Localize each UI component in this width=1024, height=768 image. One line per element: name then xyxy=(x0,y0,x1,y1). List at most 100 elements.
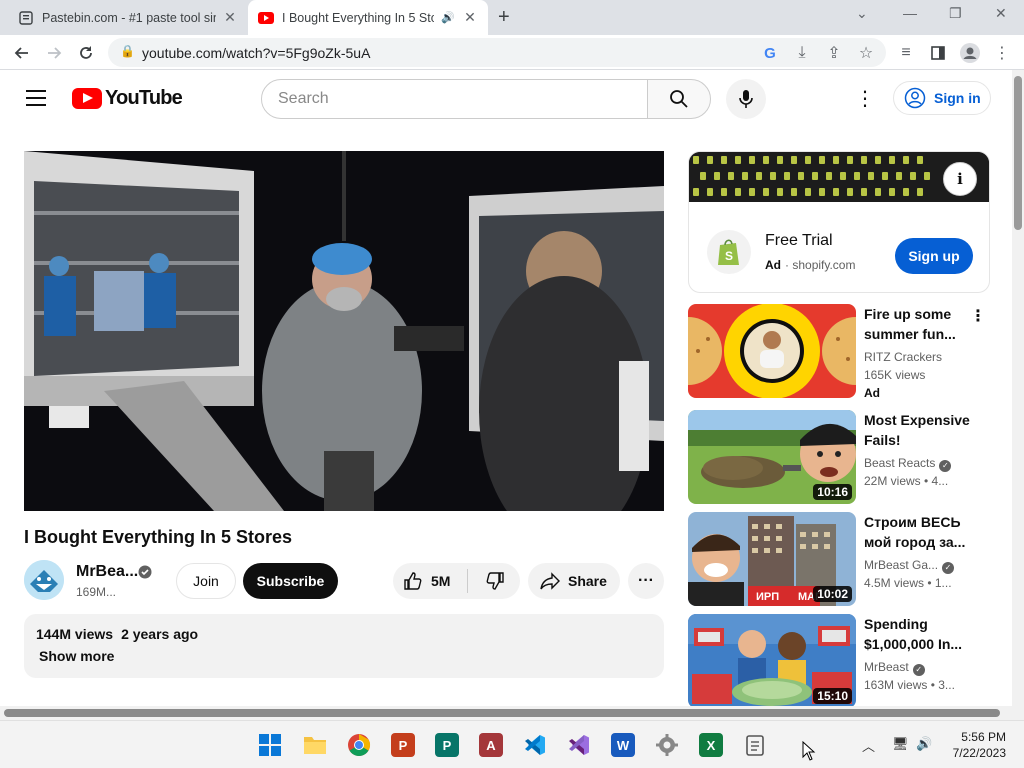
back-icon[interactable] xyxy=(10,41,34,65)
recommended-channel[interactable]: MrBeast Ga... ✓ xyxy=(864,558,955,574)
video-thumbnail[interactable]: ИРП МАГ 10:02 xyxy=(688,512,856,606)
recommended-channel[interactable]: Beast Reacts ✓ xyxy=(864,456,952,472)
clock-date: 7/22/2023 xyxy=(952,746,1006,760)
horizontal-scroll-thumb[interactable] xyxy=(4,709,1000,717)
tab-pastebin[interactable]: Pastebin.com - #1 paste tool since 2002!… xyxy=(8,0,248,35)
description-box[interactable]: 144M views 2 years ago Show more xyxy=(24,614,664,678)
vscode-icon[interactable] xyxy=(523,733,547,757)
recommended-title[interactable]: Spending $1,000,000 In... xyxy=(864,614,970,654)
recommended-title[interactable]: Строим ВЕСЬ мой город за... xyxy=(864,512,970,552)
show-more-link[interactable]: Show more xyxy=(39,648,652,664)
tab-youtube[interactable]: I Bought Everything In 5 Stores 🔊 ✕ xyxy=(248,0,488,35)
recommended-channel[interactable]: RITZ Crackers xyxy=(864,350,942,364)
ad-title[interactable]: Free Trial xyxy=(765,232,833,250)
powerpoint-icon[interactable]: P xyxy=(391,733,415,757)
lock-icon[interactable]: 🔒 xyxy=(120,44,135,58)
recommended-video[interactable]: ИРП МАГ 10:02 Строим ВЕСЬ мой город за..… xyxy=(688,512,990,606)
recommended-views: 163M views • 3... xyxy=(864,678,955,692)
thumbs-up-icon xyxy=(404,572,422,590)
sponsored-ad-card[interactable]: i S Free Trial Ad · shopify.com Sign up xyxy=(688,151,990,293)
settings-more-icon[interactable]: ⋮ xyxy=(855,88,875,110)
join-button[interactable]: Join xyxy=(176,563,236,599)
publisher-icon[interactable]: P xyxy=(435,733,459,757)
dislike-button[interactable] xyxy=(473,563,517,599)
channel-name[interactable]: MrBea... xyxy=(76,563,138,581)
hamburger-menu-icon[interactable] xyxy=(26,90,46,106)
video-thumbnail[interactable]: 15:10 xyxy=(688,614,856,708)
ad-sign-up-button[interactable]: Sign up xyxy=(895,238,973,274)
recommended-title[interactable]: Most Expensive Fails! xyxy=(864,410,970,450)
google-lens-icon[interactable]: G xyxy=(758,41,782,65)
recommended-video[interactable]: Fire up some summer fun... RITZ Crackers… xyxy=(688,304,990,400)
more-actions-button[interactable]: ··· xyxy=(628,563,664,599)
visual-studio-icon[interactable] xyxy=(567,733,591,757)
tray-chevron-icon[interactable]: ︿ xyxy=(862,736,875,755)
svg-text:ИРП: ИРП xyxy=(756,591,779,603)
media-control-icon[interactable]: ≡ xyxy=(894,41,918,65)
share-arrow-icon xyxy=(540,572,560,590)
recommended-channel[interactable]: MrBeast ✓ xyxy=(864,660,925,676)
ad-info-icon[interactable]: i xyxy=(943,162,977,196)
sign-in-label: Sign in xyxy=(934,90,981,106)
share-button[interactable]: Share xyxy=(528,563,620,599)
volume-icon[interactable]: 🔊 xyxy=(916,736,932,752)
excel-icon[interactable]: X xyxy=(699,733,723,757)
access-icon[interactable]: A xyxy=(479,733,503,757)
close-tab-icon[interactable]: ✕ xyxy=(462,9,478,26)
channel-avatar[interactable] xyxy=(24,560,64,600)
network-icon[interactable]: 🖥 xyxy=(892,736,909,752)
file-explorer-icon[interactable] xyxy=(303,733,327,757)
tab-title: I Bought Everything In 5 Stores xyxy=(282,10,434,25)
recommended-video[interactable]: 15:10 Spending $1,000,000 In... MrBeast ✓… xyxy=(688,614,990,708)
video-thumbnail[interactable] xyxy=(688,304,856,398)
channel-label: Beast Reacts xyxy=(864,456,936,470)
bookmark-star-icon[interactable]: ☆ xyxy=(854,41,878,65)
pastebin-favicon-icon xyxy=(18,10,34,26)
video-duration: 10:02 xyxy=(813,586,852,602)
video-thumbnail[interactable]: 10:16 xyxy=(688,410,856,504)
settings-gear-icon[interactable] xyxy=(655,733,679,757)
recommended-video[interactable]: 10:16 Most Expensive Fails! Beast Reacts… xyxy=(688,410,990,504)
youtube-play-icon xyxy=(72,88,102,109)
speaker-icon[interactable]: 🔊 xyxy=(440,11,456,24)
notepad-icon[interactable] xyxy=(743,733,767,757)
like-button[interactable]: 5M xyxy=(393,563,467,599)
subscriber-count: 169M... xyxy=(76,585,117,599)
windows-start-icon[interactable] xyxy=(258,733,282,757)
search-button[interactable] xyxy=(647,79,711,119)
url-text[interactable]: youtube.com/watch?v=5Fg9oZk-5uA xyxy=(142,45,370,61)
reload-icon[interactable] xyxy=(74,41,98,65)
system-clock[interactable]: 5:56 PM 7/22/2023 xyxy=(940,729,1006,761)
profile-icon[interactable] xyxy=(958,41,982,65)
tab-search-icon[interactable]: ⌄ xyxy=(856,5,868,22)
browser-menu-icon[interactable]: ⋮ xyxy=(990,41,1014,65)
video-frame xyxy=(24,151,664,511)
sign-in-button[interactable]: Sign in xyxy=(893,81,991,115)
forward-icon[interactable] xyxy=(42,41,66,65)
close-window-icon[interactable]: ✕ xyxy=(995,5,1007,22)
windows-taskbar: P P A W X ︿ 🖥 🔊 5:56 PM 7/22/2023 xyxy=(0,720,1024,768)
install-app-icon[interactable]: ⤓ xyxy=(790,41,814,65)
vertical-scroll-thumb[interactable] xyxy=(1014,76,1022,230)
recommended-title[interactable]: Fire up some summer fun... xyxy=(864,304,970,344)
close-tab-icon[interactable]: ✕ xyxy=(222,9,238,26)
side-panel-icon[interactable] xyxy=(926,41,950,65)
restore-icon[interactable]: ❐ xyxy=(949,5,962,22)
search-input[interactable]: Search xyxy=(261,79,648,119)
voice-search-button[interactable] xyxy=(726,79,766,119)
chrome-icon[interactable] xyxy=(347,733,371,757)
horizontal-scrollbar[interactable] xyxy=(0,706,1012,720)
share-page-icon[interactable]: ⇪ xyxy=(822,41,846,65)
subscribe-button[interactable]: Subscribe xyxy=(243,563,338,599)
video-title: I Bought Everything In 5 Stores xyxy=(24,527,293,547)
word-icon[interactable]: W xyxy=(611,733,635,757)
channel-label: MrBeast Ga... xyxy=(864,558,939,572)
new-tab-icon[interactable]: + xyxy=(498,6,510,29)
ad-domain: shopify.com xyxy=(792,258,856,272)
ad-subline: Ad · shopify.com xyxy=(765,258,856,272)
youtube-logo[interactable]: YouTube xyxy=(72,87,183,110)
video-player[interactable] xyxy=(24,151,664,511)
more-options-icon[interactable]: ⋮ xyxy=(970,306,986,326)
minimize-icon[interactable]: — xyxy=(903,5,917,21)
vertical-scrollbar[interactable] xyxy=(1012,70,1024,720)
